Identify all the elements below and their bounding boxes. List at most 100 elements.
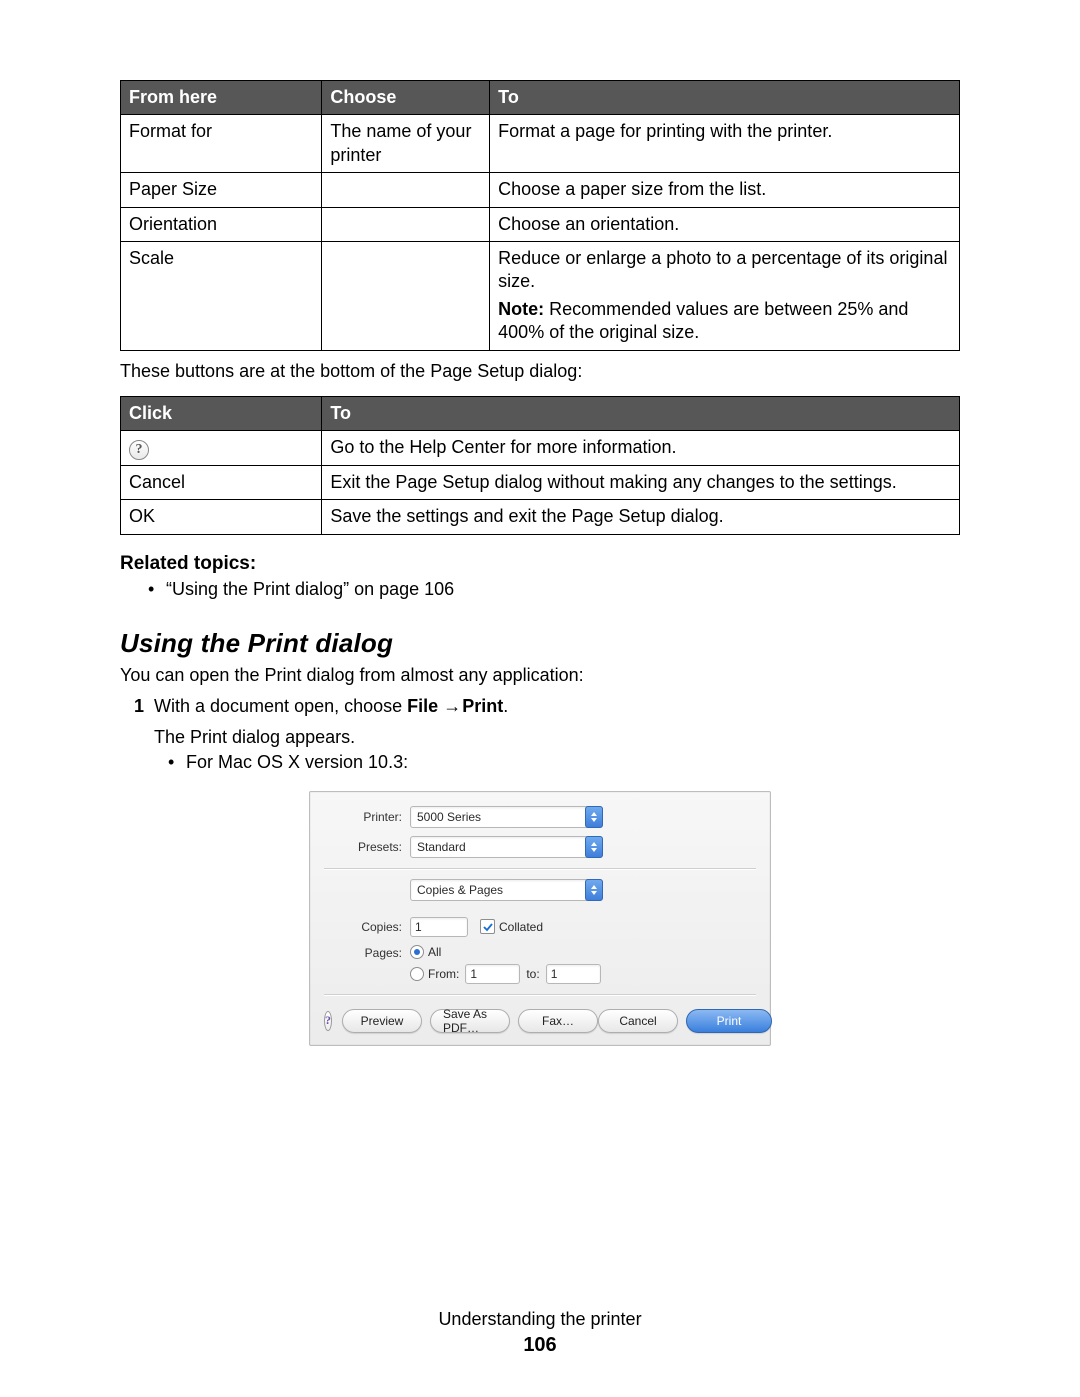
th-click: Click [121,396,322,430]
page-setup-buttons-table: Click To ? Go to the Help Center for mor… [120,396,960,535]
chapter-title: Understanding the printer [0,1309,1080,1330]
all-label: All [428,945,441,959]
to-input[interactable]: 1 [546,964,601,984]
note-text: Recommended values are between 25% and 4… [498,299,908,342]
cell: Cancel [121,465,322,499]
printer-select[interactable]: 5000 Series [410,806,603,828]
th-to: To [490,81,960,115]
manual-page: From here Choose To Format for The name … [0,0,1080,1397]
os-version-list: For Mac OS X version 10.3: [168,752,960,773]
cell: Go to the Help Center for more informati… [322,430,960,465]
pages-all-option[interactable]: All [410,945,607,959]
pages-row: Pages: All From: 1 to: 1 [324,945,756,984]
copies-value: 1 [415,920,422,934]
preview-button[interactable]: Preview [342,1009,422,1033]
step-1: With a document open, choose File → Prin… [134,696,960,717]
pane-select[interactable]: Copies & Pages [410,879,603,901]
collated-checkbox[interactable] [480,919,495,934]
cell: Format for [121,115,322,173]
page-setup-options-table: From here Choose To Format for The name … [120,80,960,351]
table-row: Cancel Exit the Page Setup dialog withou… [121,465,960,499]
copies-row: Copies: 1 Collated [324,917,756,937]
step1-print: Print [462,696,503,716]
presets-value: Standard [417,840,466,854]
radio-from [410,967,424,981]
print-button[interactable]: Print [686,1009,772,1033]
scale-desc: Reduce or enlarge a photo to a percentag… [498,247,951,294]
cell: The name of your printer [322,115,490,173]
step1-sub: The Print dialog appears. [154,727,960,748]
cell [322,207,490,241]
copies-input[interactable]: 1 [410,917,468,937]
cell: Choose an orientation. [490,207,960,241]
presets-row: Presets: Standard [324,836,756,858]
cell [322,173,490,207]
from-input[interactable]: 1 [465,964,520,984]
from-label: From: [428,967,459,981]
cell: OK [121,500,322,534]
divider [324,994,756,995]
help-icon-cell: ? [121,430,322,465]
cell: Save the settings and exit the Page Setu… [322,500,960,534]
th-choose: Choose [322,81,490,115]
table-header-row: Click To [121,396,960,430]
collated-label: Collated [499,920,543,934]
table-row: Format for The name of your printer Form… [121,115,960,173]
pages-range-option[interactable]: From: 1 to: 1 [410,964,607,984]
cell: Orientation [121,207,322,241]
section-intro: You can open the Print dialog from almos… [120,665,960,686]
print-dialog: Printer: 5000 Series Presets: Standard C… [309,791,771,1046]
table-row: Scale Reduce or enlarge a photo to a per… [121,241,960,350]
help-icon: ? [129,440,149,460]
related-topics-list: “Using the Print dialog” on page 106 [148,579,960,600]
cell: Choose a paper size from the list. [490,173,960,207]
page-footer: Understanding the printer 106 [0,1309,1080,1357]
steps-list: With a document open, choose File → Prin… [134,696,960,717]
presets-label: Presets: [324,840,410,854]
cell: Reduce or enlarge a photo to a percentag… [490,241,960,350]
table-row: Paper Size Choose a paper size from the … [121,173,960,207]
pane-value: Copies & Pages [417,883,503,897]
related-topic-item: “Using the Print dialog” on page 106 [148,579,960,600]
cell: Format a page for printing with the prin… [490,115,960,173]
pages-label: Pages: [324,945,410,960]
chevron-updown-icon [585,879,603,901]
table-row: ? Go to the Help Center for more informa… [121,430,960,465]
to-label: to: [526,967,539,981]
os-version-item: For Mac OS X version 10.3: [168,752,960,773]
dialog-footer: ? Preview Save As PDF… Fax… Cancel Print [324,1009,756,1033]
step1-pre: With a document open, choose [154,696,407,716]
table-row: Orientation Choose an orientation. [121,207,960,241]
page-number: 106 [0,1334,1080,1357]
chevron-updown-icon [585,806,603,828]
cell: Scale [121,241,322,350]
pane-row: Copies & Pages [324,879,756,901]
fax-button[interactable]: Fax… [518,1009,598,1033]
printer-row: Printer: 5000 Series [324,806,756,828]
between-tables-text: These buttons are at the bottom of the P… [120,361,960,382]
cell: Exit the Page Setup dialog without makin… [322,465,960,499]
printer-value: 5000 Series [417,810,481,824]
table-row: OK Save the settings and exit the Page S… [121,500,960,534]
step1-file: File [407,696,438,716]
th-to: To [322,396,960,430]
arrow-icon: → [443,696,457,717]
presets-select[interactable]: Standard [410,836,603,858]
cancel-button[interactable]: Cancel [598,1009,678,1033]
cell [322,241,490,350]
chevron-updown-icon [585,836,603,858]
printer-label: Printer: [324,810,410,824]
step1-period: . [503,696,508,716]
related-topics-heading: Related topics: [120,553,960,575]
note-label: Note: [498,299,544,319]
help-icon[interactable]: ? [324,1011,332,1031]
copies-label: Copies: [324,920,410,934]
scale-note: Note: Recommended values are between 25%… [498,298,951,345]
radio-all [410,945,424,959]
th-from-here: From here [121,81,322,115]
section-heading-print-dialog: Using the Print dialog [120,628,960,659]
table-header-row: From here Choose To [121,81,960,115]
divider [324,868,756,869]
save-as-pdf-button[interactable]: Save As PDF… [430,1009,510,1033]
cell: Paper Size [121,173,322,207]
